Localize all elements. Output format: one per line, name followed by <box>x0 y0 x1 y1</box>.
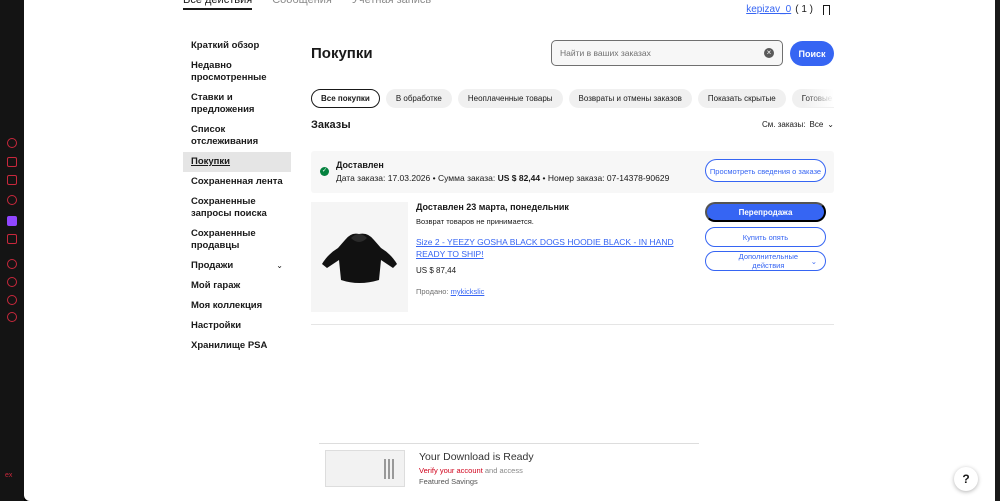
item-thumbnail[interactable] <box>311 202 408 312</box>
rail-icon[interactable] <box>7 234 17 244</box>
sidebar-item-collection[interactable]: Моя коллекция <box>183 296 291 316</box>
item-title-link[interactable]: Size 2 - YEEZY GOSHA BLACK DOGS HOODIE B… <box>416 236 681 260</box>
view-order-details-button[interactable]: Просмотреть сведения о заказе <box>705 159 826 182</box>
meta-separator: • <box>432 173 436 183</box>
order-number-label: Номер заказа: <box>547 173 605 183</box>
order-date: 17.03.2026 <box>387 173 431 183</box>
ad-verify-rest: and access <box>484 466 523 475</box>
page-title: Покупки <box>311 45 373 62</box>
sort-label: См. заказы: <box>761 120 806 129</box>
top-tab-strip: Все действия Сообщения Учетная запись <box>183 0 431 10</box>
rail-icon[interactable] <box>7 295 17 305</box>
order-meta: Дата заказа: 17.03.2026 • Сумма заказа: … <box>336 173 669 183</box>
chip-unpaid[interactable]: Неоплаченные товары <box>457 89 563 108</box>
chevron-down-icon: ⌄ <box>827 120 834 129</box>
sidebar-item-summary[interactable]: Краткий обзор <box>183 36 291 56</box>
seller-line: Продано: mykickslic <box>416 287 696 296</box>
filter-chips: Все покупки В обработке Неоплаченные тов… <box>311 89 834 108</box>
barcode-icon <box>384 459 386 479</box>
clear-icon[interactable]: × <box>764 48 774 58</box>
check-icon: ✓ <box>320 167 329 176</box>
search-button[interactable]: Поиск <box>790 41 834 66</box>
rail-icon[interactable] <box>7 277 17 287</box>
seller-label: Продано: <box>416 287 449 296</box>
ad-thumbnail <box>325 450 405 487</box>
username-link[interactable]: kepizav_0 <box>746 4 791 15</box>
sidebar-item-purchases[interactable]: Покупки <box>183 152 291 172</box>
rail-icon[interactable] <box>7 175 17 185</box>
tab-all-activity[interactable]: Все действия <box>183 0 253 10</box>
buy-again-button[interactable]: Купить опять <box>705 227 826 247</box>
ad-featured: Featured Savings <box>419 477 478 486</box>
more-actions-label: Дополнительные действия <box>738 252 799 270</box>
ad-subtitle: Verify your account and access <box>419 466 523 475</box>
bookmark-icon[interactable] <box>823 4 830 15</box>
sidebar-item-saved-searches[interactable]: Сохраненные запросы поиска <box>183 192 291 224</box>
window-edge <box>995 0 1000 501</box>
divider <box>311 324 834 325</box>
order-date-label: Дата заказа: <box>336 173 386 183</box>
sort-value: Все <box>809 120 824 129</box>
tab-account[interactable]: Учетная запись <box>352 0 431 10</box>
chip-all-purchases[interactable]: Все покупки <box>311 89 380 108</box>
ad-banner[interactable]: Your Download is Ready Verify your accou… <box>319 443 699 491</box>
sidebar-item-watchlist[interactable]: Список отслеживания <box>183 120 291 152</box>
order-search-box: × <box>551 40 783 66</box>
user-area: kepizav_0 ( 1 ) <box>746 4 830 15</box>
order-search-input[interactable] <box>560 48 764 58</box>
barcode-icon <box>392 459 394 479</box>
sidebar-item-saved-feed[interactable]: Сохраненная лента <box>183 172 291 192</box>
chip-in-progress[interactable]: В обработке <box>385 89 452 108</box>
rail-icon[interactable] <box>7 259 17 269</box>
chip-fade <box>804 89 834 107</box>
order-sum: US $ 82,44 <box>497 173 541 183</box>
item-info: Доставлен 23 марта, понедельник Возврат … <box>416 202 696 296</box>
sidebar-item-recently-viewed[interactable]: Недавно просмотренные <box>183 56 291 88</box>
sidebar-item-settings[interactable]: Настройки <box>183 316 291 336</box>
chevron-down-icon: ⌄ <box>810 256 817 266</box>
barcode-icon <box>388 459 390 479</box>
sidebar-item-saved-sellers[interactable]: Сохраненные продавцы <box>183 224 291 256</box>
chevron-down-icon: ⌄ <box>276 261 283 270</box>
item-price: US $ 87,44 <box>416 266 457 275</box>
order-status-bar: ✓ Доставлен Дата заказа: 17.03.2026 • Су… <box>311 151 834 193</box>
sidebar-item-garage[interactable]: Мой гараж <box>183 276 291 296</box>
tab-messages[interactable]: Сообщения <box>272 0 332 10</box>
twitch-icon[interactable] <box>7 216 17 226</box>
more-actions-button[interactable]: Дополнительные действия ⌄ <box>705 251 826 271</box>
return-policy: Возврат товаров не принимается. <box>416 217 534 226</box>
order-status: Доставлен <box>336 160 384 170</box>
sidebar-item-bids-offers[interactable]: Ставки и предложения <box>183 88 291 120</box>
sidebar: Краткий обзор Недавно просмотренные Став… <box>183 36 291 356</box>
settings-icon[interactable] <box>7 312 17 322</box>
sidebar-item-psa-vault[interactable]: Хранилище PSA <box>183 336 291 356</box>
ad-verify-link[interactable]: Verify your account <box>419 466 483 475</box>
order-number: 07-14378-90629 <box>606 173 670 183</box>
rail-icon[interactable] <box>7 138 17 148</box>
feedback-count: ( 1 ) <box>795 4 813 15</box>
sidebar-item-label: Продажи <box>191 260 234 271</box>
order-sum-label: Сумма заказа: <box>438 173 496 183</box>
chip-show-hidden[interactable]: Показать скрытые <box>697 89 786 108</box>
help-button[interactable]: ? <box>954 467 978 491</box>
meta-separator: • <box>542 173 546 183</box>
rail-icon[interactable] <box>7 195 17 205</box>
browser-side-rail: ex <box>0 0 24 501</box>
rail-icon[interactable] <box>7 157 17 167</box>
ebay-purchases-page: Все действия Сообщения Учетная запись ke… <box>24 0 1000 501</box>
hoodie-image <box>322 233 397 283</box>
delivered-date: Доставлен 23 марта, понедельник <box>416 202 569 212</box>
orders-heading: Заказы <box>311 119 351 131</box>
rail-label: ex <box>5 472 13 479</box>
seller-link[interactable]: mykickslic <box>451 287 485 296</box>
chip-returns-cancellations[interactable]: Возвраты и отмены заказов <box>568 89 692 108</box>
resell-button[interactable]: Перепродажа <box>705 202 826 222</box>
sort-control[interactable]: См. заказы: Все ⌄ <box>762 120 834 129</box>
ad-title: Your Download is Ready <box>419 451 534 463</box>
sidebar-item-selling[interactable]: Продажи ⌄ <box>183 256 291 276</box>
